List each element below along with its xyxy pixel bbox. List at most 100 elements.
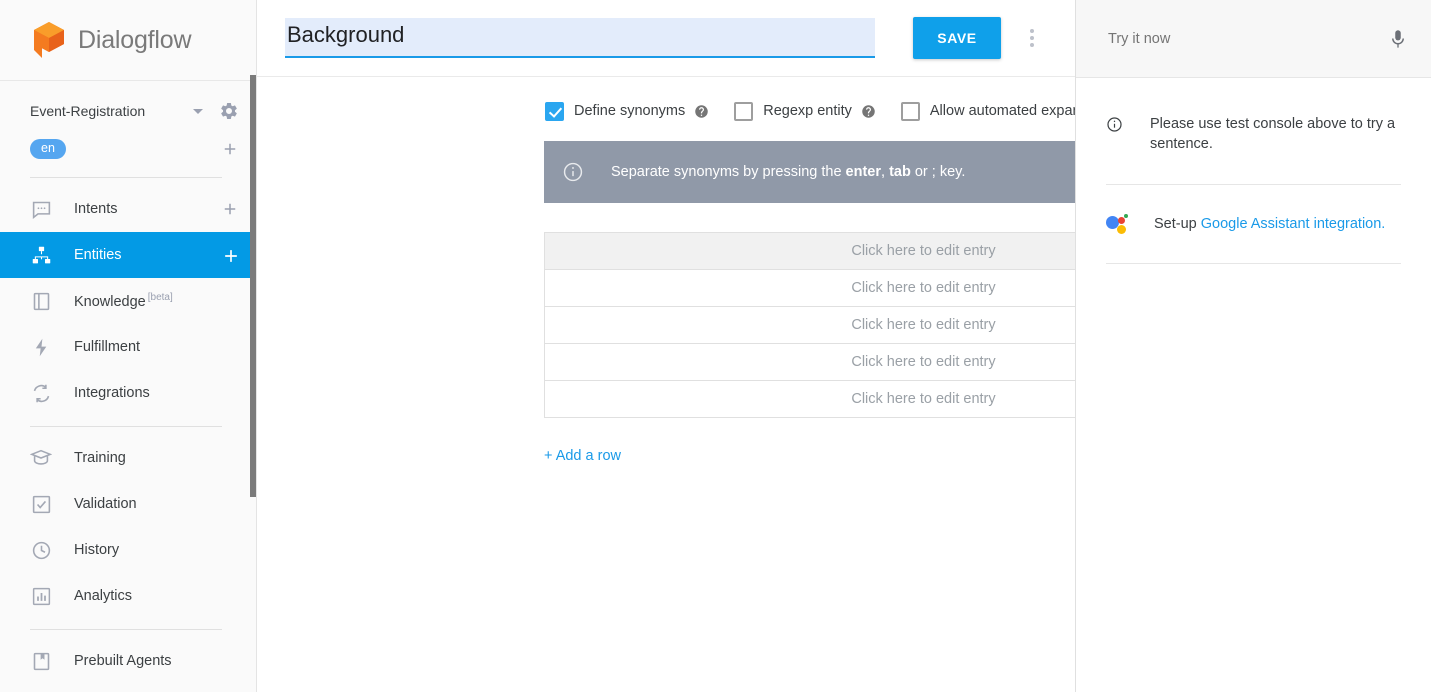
google-assistant-integration-link[interactable]: Google Assistant integration. bbox=[1201, 216, 1386, 232]
sidebar-divider-2 bbox=[30, 426, 222, 427]
agent-name: Event-Registration bbox=[30, 103, 146, 119]
sidebar-item-prebuilt-agents[interactable]: Prebuilt Agents bbox=[0, 638, 257, 684]
sidebar-item-fulfillment[interactable]: Fulfillment bbox=[0, 324, 257, 370]
entity-header: SAVE bbox=[257, 0, 1075, 77]
intents-chat-icon bbox=[30, 198, 52, 220]
add-entity-plus-icon[interactable] bbox=[221, 246, 239, 264]
option-regexp-entity[interactable]: Regexp entity bbox=[734, 101, 876, 121]
test-console-note-text: Please use test console above to try a s… bbox=[1150, 116, 1396, 152]
option-label: Allow automated expansion bbox=[929, 103, 1075, 119]
entity-entries-table: Click here to edit entry Click here to e… bbox=[544, 232, 1075, 418]
banner-text-suffix: or ; key. bbox=[910, 164, 966, 180]
kebab-dot bbox=[1030, 43, 1034, 47]
entry-placeholder[interactable]: Click here to edit entry bbox=[545, 354, 1075, 370]
option-label: Regexp entity bbox=[763, 103, 852, 119]
info-circle-icon bbox=[562, 161, 584, 183]
sidebar-item-integrations[interactable]: Integrations bbox=[0, 370, 257, 416]
google-assistant-logo bbox=[1106, 213, 1130, 235]
test-console-note: Please use test console above to try a s… bbox=[1106, 78, 1401, 154]
sidebar-item-label: Integrations bbox=[74, 385, 150, 401]
entry-placeholder[interactable]: Click here to edit entry bbox=[545, 391, 1075, 407]
assistant-integration-text: Set-up Google Assistant integration. bbox=[1154, 216, 1385, 232]
gear-icon[interactable] bbox=[219, 101, 239, 121]
sidebar-item-label: Intents bbox=[74, 201, 118, 217]
try-it-now-panel: Please use test console above to try a s… bbox=[1076, 0, 1431, 692]
define-synonyms-checkbox[interactable] bbox=[545, 101, 564, 121]
entity-name-input[interactable] bbox=[285, 18, 875, 58]
help-icon[interactable] bbox=[861, 104, 876, 119]
sidebar: Dialogflow Event-Registration en Intents… bbox=[0, 0, 257, 692]
training-graduation-cap-icon bbox=[30, 447, 52, 469]
dialogflow-console: Dialogflow Event-Registration en Intents… bbox=[0, 0, 1431, 692]
entry-placeholder[interactable]: Click here to edit entry bbox=[545, 317, 1075, 333]
brand-logo[interactable]: Dialogflow bbox=[0, 0, 257, 81]
sidebar-item-training[interactable]: Training bbox=[0, 435, 257, 481]
sidebar-item-analytics[interactable]: Analytics bbox=[0, 573, 257, 619]
banner-text-mid: , bbox=[881, 164, 890, 180]
prebuilt-agents-book-icon bbox=[30, 650, 52, 672]
history-clock-icon bbox=[30, 539, 52, 561]
integrations-sync-icon bbox=[30, 382, 52, 404]
allow-automated-expansion-checkbox[interactable] bbox=[900, 101, 920, 121]
sidebar-item-intents[interactable]: Intents bbox=[0, 186, 257, 232]
option-define-synonyms[interactable]: Define synonyms bbox=[545, 101, 709, 121]
chevron-down-icon[interactable] bbox=[193, 108, 203, 114]
entities-hierarchy-icon bbox=[30, 244, 52, 266]
assistant-dot-yellow bbox=[1117, 225, 1126, 234]
sidebar-item-small-talk[interactable]: Small Talk bbox=[0, 684, 257, 692]
save-button[interactable]: SAVE bbox=[913, 17, 1001, 59]
validation-checkbox-icon bbox=[30, 493, 52, 515]
table-row[interactable]: Click here to edit entry bbox=[545, 381, 1075, 418]
synonym-info-banner: Separate synonyms by pressing the enter,… bbox=[544, 141, 1075, 203]
sidebar-item-entities[interactable]: Entities bbox=[0, 232, 257, 278]
banner-text-prefix: Separate synonyms by pressing the bbox=[611, 164, 846, 180]
knowledge-text: Knowledge bbox=[74, 293, 146, 310]
try-it-now-input[interactable] bbox=[1106, 29, 1387, 48]
sidebar-item-label: Validation bbox=[74, 496, 137, 512]
sidebar-item-label: Knowledge [beta] bbox=[74, 292, 173, 310]
language-chip-en[interactable]: en bbox=[30, 139, 66, 159]
sidebar-item-label: Fulfillment bbox=[74, 339, 141, 355]
kebab-dot bbox=[1030, 36, 1034, 40]
panel-divider-2 bbox=[1106, 263, 1401, 264]
table-row[interactable]: Click here to edit entry bbox=[545, 233, 1075, 270]
sidebar-item-label: Analytics bbox=[74, 588, 133, 604]
sidebar-item-validation[interactable]: Validation bbox=[0, 481, 257, 527]
sidebar-divider-3 bbox=[30, 629, 222, 630]
main-content: SAVE Define synonyms Regexp entity bbox=[257, 0, 1076, 692]
option-label: Define synonyms bbox=[574, 103, 686, 119]
kebab-dot bbox=[1030, 29, 1034, 33]
knowledge-book-icon bbox=[30, 290, 52, 312]
add-language-plus-icon[interactable] bbox=[221, 140, 239, 158]
table-row[interactable]: Click here to edit entry bbox=[545, 307, 1075, 344]
microphone-icon[interactable] bbox=[1387, 26, 1409, 52]
dialogflow-cube-logo bbox=[30, 20, 68, 60]
add-intent-plus-icon[interactable] bbox=[221, 200, 239, 218]
entry-placeholder[interactable]: Click here to edit entry bbox=[545, 243, 1075, 259]
option-allow-automated-expansion[interactable]: Allow automated expansion bbox=[900, 101, 1075, 121]
agent-selector[interactable]: Event-Registration bbox=[0, 91, 257, 131]
table-row[interactable]: Click here to edit entry bbox=[545, 270, 1075, 307]
assistant-integration-row: Set-up Google Assistant integration. bbox=[1106, 185, 1401, 235]
table-row[interactable]: Click here to edit entry bbox=[545, 344, 1075, 381]
sidebar-item-history[interactable]: History bbox=[0, 527, 257, 573]
sidebar-item-label: Entities bbox=[74, 247, 122, 263]
fulfillment-bolt-icon bbox=[30, 336, 52, 358]
assistant-prefix: Set-up bbox=[1154, 216, 1201, 232]
try-it-now-body: Please use test console above to try a s… bbox=[1076, 78, 1431, 264]
beta-badge: [beta] bbox=[147, 292, 173, 304]
add-row-link[interactable]: + Add a row bbox=[544, 448, 621, 464]
banner-key-enter: enter bbox=[845, 164, 882, 180]
sidebar-item-label: Prebuilt Agents bbox=[74, 653, 172, 669]
try-it-now-header bbox=[1076, 0, 1431, 78]
entry-placeholder[interactable]: Click here to edit entry bbox=[545, 280, 1075, 296]
sidebar-item-label: History bbox=[74, 542, 120, 558]
help-icon[interactable] bbox=[694, 104, 709, 119]
regexp-entity-checkbox[interactable] bbox=[734, 101, 754, 121]
banner-key-tab: tab bbox=[889, 164, 911, 180]
sidebar-item-knowledge[interactable]: Knowledge [beta] bbox=[0, 278, 257, 324]
kebab-menu-icon[interactable] bbox=[1017, 23, 1047, 53]
sidebar-item-label: Training bbox=[74, 450, 126, 466]
info-circle-icon bbox=[1106, 116, 1123, 133]
sidebar-divider-1 bbox=[30, 177, 222, 178]
